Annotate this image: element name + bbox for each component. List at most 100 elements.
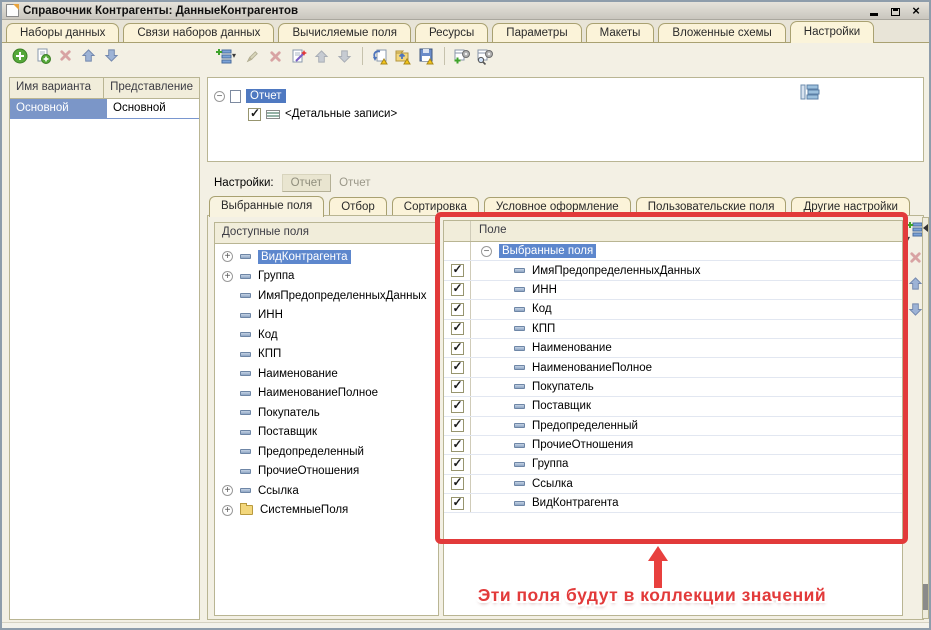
field-label[interactable]: Наименование	[532, 342, 612, 354]
delete-variant-button[interactable]	[57, 47, 74, 64]
structure-view-icon[interactable]	[800, 83, 820, 106]
available-field-row[interactable]: НаименованиеПолное	[215, 384, 438, 404]
move-variant-up-button[interactable]	[80, 47, 97, 64]
move-field-up-button[interactable]	[907, 275, 924, 292]
field-checkbox[interactable]	[451, 361, 464, 374]
selected-field-row[interactable]: ИмяПредопределенныхДанных	[444, 261, 902, 280]
move-element-up-button[interactable]	[313, 48, 330, 65]
field-label[interactable]: ПрочиеОтношения	[258, 465, 359, 477]
field-checkbox[interactable]	[451, 303, 464, 316]
available-fields-header[interactable]: Доступные поля	[215, 223, 438, 244]
subtab-filter[interactable]: Отбор	[329, 197, 387, 216]
selected-field-row[interactable]: Наименование	[444, 339, 902, 358]
tab-settings[interactable]: Настройки	[790, 21, 874, 43]
variant-presentation-cell[interactable]: Основной	[107, 99, 199, 118]
panel-splitter[interactable]	[922, 217, 929, 619]
tab-data-sets[interactable]: Наборы данных	[6, 23, 119, 42]
available-field-row[interactable]: Покупатель	[215, 403, 438, 423]
available-field-row[interactable]: СистемныеПоля	[215, 501, 438, 521]
field-label[interactable]: Поставщик	[532, 400, 591, 412]
field-label[interactable]: КПП	[532, 323, 555, 335]
selected-group-row[interactable]: Выбранные поля	[444, 242, 902, 261]
subtab-other-settings[interactable]: Другие настройки	[791, 197, 909, 216]
selected-field-row[interactable]: Поставщик	[444, 397, 902, 416]
settings-wizard-button[interactable]	[290, 48, 307, 65]
field-label[interactable]: КПП	[258, 348, 281, 360]
field-checkbox[interactable]	[451, 419, 464, 432]
settings-scope-button[interactable]: Отчет	[282, 174, 332, 192]
field-label[interactable]: ИНН	[258, 309, 283, 321]
field-label[interactable]: Ссылка	[258, 485, 299, 497]
detail-records-checkbox[interactable]	[248, 108, 261, 121]
field-checkbox[interactable]	[451, 322, 464, 335]
field-label[interactable]: Группа	[532, 458, 568, 470]
restore-button[interactable]	[888, 4, 902, 17]
selected-field-row[interactable]: Группа	[444, 455, 902, 474]
column-variant-name[interactable]: Имя варианта	[10, 78, 104, 98]
copy-variant-button[interactable]	[34, 47, 51, 64]
field-label[interactable]: ИмяПредопределенныхДанных	[258, 290, 427, 302]
field-label[interactable]: ВидКонтрагента	[532, 497, 619, 509]
available-field-row[interactable]: ВидКонтрагента	[215, 247, 438, 267]
field-label[interactable]: Предопределенный	[258, 446, 364, 458]
close-button[interactable]: ×	[909, 4, 923, 17]
selected-field-row[interactable]: КПП	[444, 320, 902, 339]
field-label[interactable]: СистемныеПоля	[260, 504, 348, 516]
selected-field-row[interactable]: Код	[444, 300, 902, 319]
collapse-icon[interactable]	[481, 246, 492, 257]
tab-resources[interactable]: Ресурсы	[415, 23, 488, 42]
available-field-row[interactable]: ИНН	[215, 306, 438, 326]
variant-name-cell[interactable]: Основной	[10, 99, 107, 118]
selected-field-row[interactable]: Ссылка	[444, 475, 902, 494]
field-checkbox[interactable]	[451, 458, 464, 471]
available-field-row[interactable]: ПрочиеОтношения	[215, 462, 438, 482]
tab-parameters[interactable]: Параметры	[492, 23, 581, 42]
selected-field-row[interactable]: ПрочиеОтношения	[444, 436, 902, 455]
available-field-row[interactable]: ИмяПредопределенныхДанных	[215, 286, 438, 306]
collapse-icon[interactable]	[214, 91, 225, 102]
field-label[interactable]: Покупатель	[258, 407, 320, 419]
edit-element-button[interactable]	[244, 48, 261, 65]
tab-calculated-fields[interactable]: Вычисляемые поля	[278, 23, 411, 42]
delete-element-button[interactable]	[267, 48, 284, 65]
field-label[interactable]: НаименованиеПолное	[258, 387, 378, 399]
expand-icon[interactable]	[222, 251, 233, 262]
field-checkbox[interactable]	[451, 264, 464, 277]
selected-field-row[interactable]: ИНН	[444, 281, 902, 300]
tab-data-set-links[interactable]: Связи наборов данных	[123, 23, 274, 42]
field-checkbox[interactable]	[451, 497, 464, 510]
tree-child-label[interactable]: <Детальные записи>	[285, 108, 397, 120]
field-checkbox[interactable]	[451, 439, 464, 452]
field-checkbox[interactable]	[451, 477, 464, 490]
field-label[interactable]: Покупатель	[532, 381, 594, 393]
selected-field-row[interactable]: ВидКонтрагента	[444, 494, 902, 513]
add-variant-button[interactable]	[11, 47, 28, 64]
tree-child-row[interactable]: <Детальные записи>	[208, 104, 923, 124]
field-checkbox[interactable]	[451, 283, 464, 296]
available-field-row[interactable]: Ссылка	[215, 481, 438, 501]
subtab-sorting[interactable]: Сортировка	[392, 197, 479, 216]
field-column-header[interactable]: Поле	[471, 221, 515, 241]
view-settings-button[interactable]	[477, 48, 494, 65]
subtab-user-fields[interactable]: Пользовательские поля	[636, 197, 787, 216]
tab-layouts[interactable]: Макеты	[586, 23, 655, 42]
field-label[interactable]: Код	[258, 329, 278, 341]
field-label[interactable]: ИНН	[532, 284, 557, 296]
field-checkbox[interactable]	[451, 380, 464, 393]
subtab-selected-fields[interactable]: Выбранные поля	[209, 196, 324, 217]
available-field-row[interactable]: Группа	[215, 267, 438, 287]
move-element-down-button[interactable]	[336, 48, 353, 65]
field-label[interactable]: Группа	[258, 270, 294, 282]
save-settings-button[interactable]	[418, 48, 435, 65]
move-field-down-button[interactable]	[907, 301, 924, 318]
expand-icon[interactable]	[222, 505, 233, 516]
minimize-button[interactable]	[867, 4, 881, 17]
add-default-settings-button[interactable]	[454, 48, 471, 65]
column-variant-presentation[interactable]: Представление	[104, 78, 199, 98]
field-label[interactable]: ВидКонтрагента	[258, 250, 351, 264]
available-field-row[interactable]: Поставщик	[215, 423, 438, 443]
group-label[interactable]: Выбранные поля	[499, 244, 596, 258]
selected-field-row[interactable]: Предопределенный	[444, 417, 902, 436]
variant-row[interactable]: Основной Основной	[10, 99, 199, 119]
remove-selected-field-button[interactable]	[907, 249, 924, 266]
